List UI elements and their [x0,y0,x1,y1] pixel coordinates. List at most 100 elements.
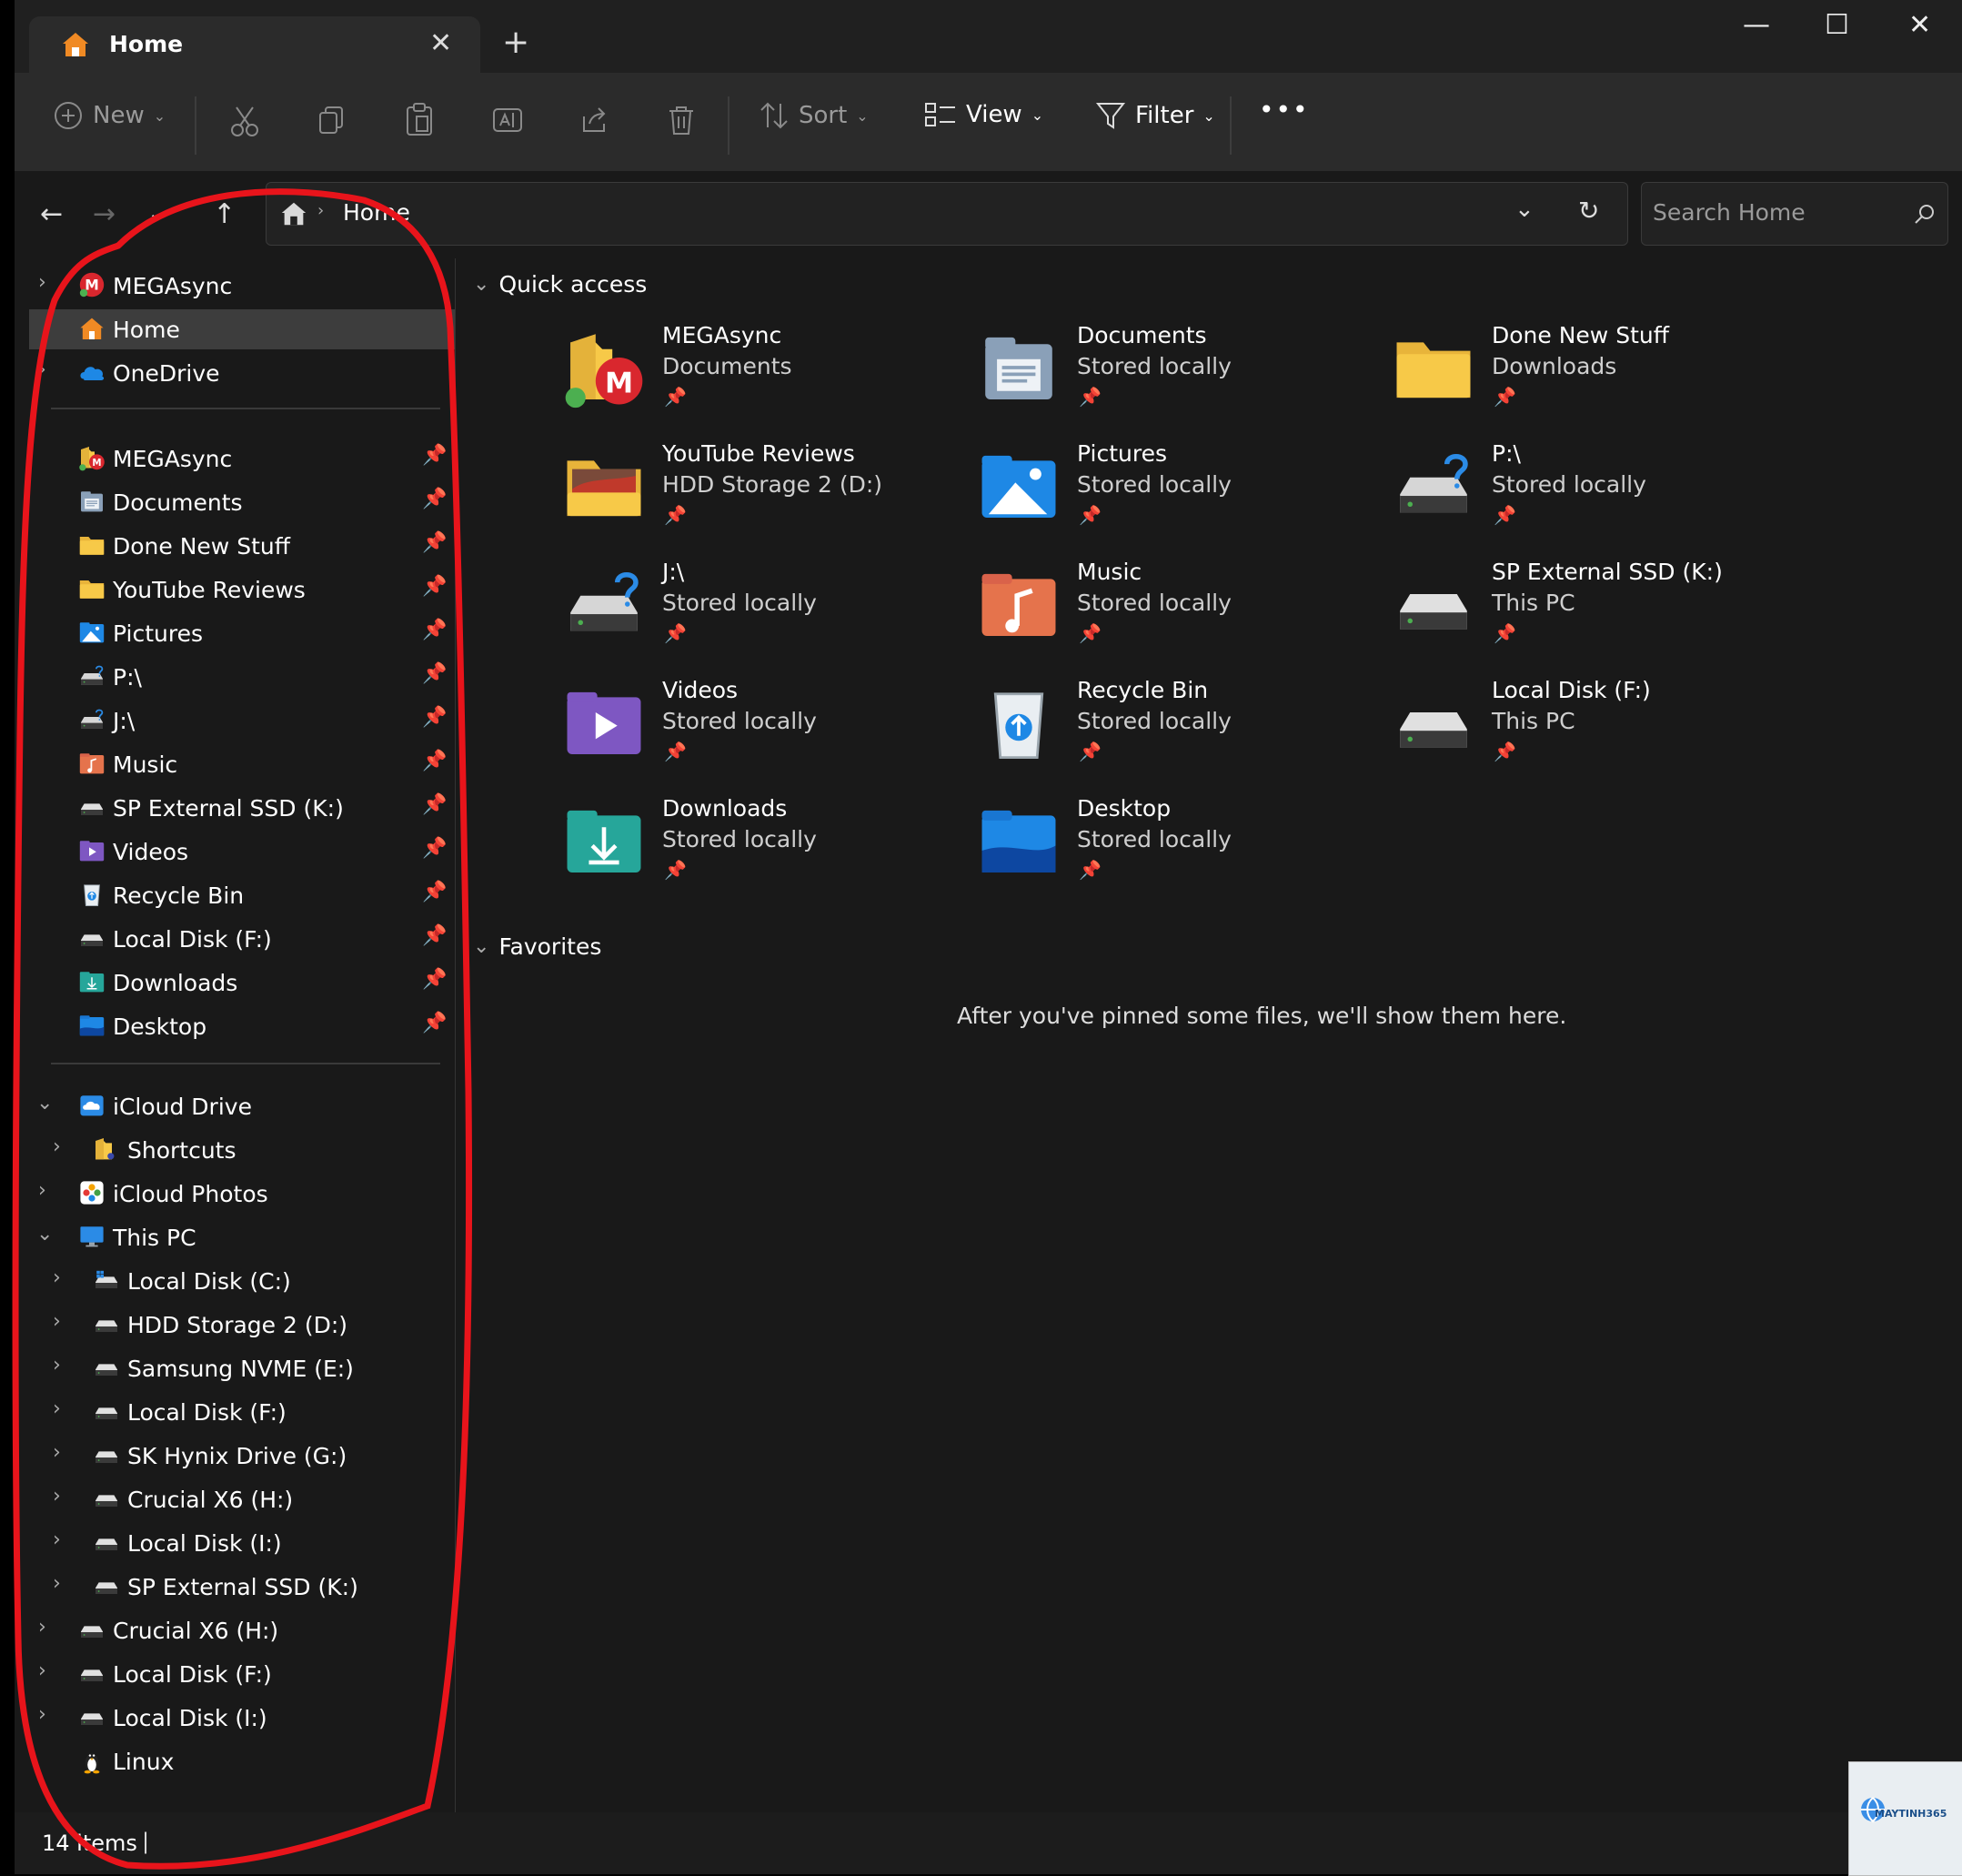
sidebar-item[interactable]: › SP External SSD (K:) [29,1567,455,1607]
back-arrow-icon[interactable]: ← [40,198,63,230]
chevron-right-icon[interactable]: › [53,1354,61,1377]
navigation-pane[interactable]: › M MEGAsync Home › OneDrive M MEGAsync 📌 Documen… [29,258,456,1812]
sidebar-item[interactable]: Videos 📌 [29,832,455,872]
pin-icon[interactable]: 📌 [422,924,447,947]
chevron-right-icon[interactable]: › [53,1572,61,1595]
address-dropdown-icon[interactable]: ⌄ [1514,196,1534,223]
quick-access-tile[interactable]: M MEGAsync Documents 📌 [562,317,962,417]
sidebar-item[interactable]: Linux [29,1741,455,1781]
quick-access-tile[interactable]: Pictures Stored locally 📌 [977,435,1377,535]
copy-icon[interactable] [317,104,347,136]
chevron-down-icon[interactable]: ⌄ [36,1223,53,1246]
view-button[interactable]: View ⌄ [924,100,1043,129]
paste-icon[interactable] [404,102,435,138]
new-button[interactable]: New ⌄ [53,100,166,131]
tab-home[interactable]: Home ✕ [29,16,480,73]
quick-access-tile[interactable]: Done New Stuff Downloads 📌 [1392,317,1792,417]
sidebar-item[interactable]: P:\ 📌 [29,657,455,697]
delete-icon[interactable] [666,104,697,136]
sidebar-item[interactable]: › Local Disk (C:) [29,1261,455,1301]
quick-access-tile[interactable]: Downloads Stored locally 📌 [562,790,962,890]
sidebar-item[interactable]: › Local Disk (I:) [29,1523,455,1563]
quick-access-tile[interactable]: J:\ Stored locally 📌 [562,553,962,653]
pin-icon[interactable]: 📌 [422,1012,447,1034]
chevron-right-icon[interactable]: › [53,1135,61,1158]
sort-button[interactable]: Sort ⌄ [759,100,869,131]
chevron-right-icon[interactable]: › [38,1616,46,1639]
pin-icon[interactable]: 📌 [422,881,447,903]
sidebar-item[interactable]: ⌄ This PC [29,1217,455,1257]
share-icon[interactable] [579,104,611,136]
sidebar-item[interactable]: YouTube Reviews 📌 [29,570,455,610]
search-input[interactable]: Search Home [1653,199,1806,226]
pin-icon[interactable]: 📌 [422,488,447,510]
pin-icon[interactable]: 📌 [422,619,447,641]
refresh-icon[interactable]: ↻ [1578,196,1599,226]
quick-access-tile[interactable]: Music Stored locally 📌 [977,553,1377,653]
chevron-right-icon[interactable]: › [38,1703,46,1726]
quick-access-header[interactable]: ⌄ Quick access [473,271,647,298]
quick-access-tile[interactable]: Videos Stored locally 📌 [562,671,962,772]
search-icon[interactable] [1913,203,1937,227]
sidebar-item[interactable]: › iCloud Photos [29,1174,455,1214]
sidebar-item[interactable]: Desktop 📌 [29,1006,455,1046]
chevron-right-icon[interactable]: › [38,1179,46,1202]
more-options-button[interactable]: ••• [1259,95,1310,125]
pin-icon[interactable]: 📌 [422,444,447,467]
chevron-right-icon[interactable]: › [53,1485,61,1508]
quick-access-tile[interactable]: P:\ Stored locally 📌 [1392,435,1792,535]
pin-icon[interactable]: 📌 [422,531,447,554]
pin-icon[interactable]: 📌 [422,793,447,816]
quick-access-tile[interactable]: YouTube Reviews HDD Storage 2 (D:) 📌 [562,435,962,535]
sidebar-item[interactable]: › HDD Storage 2 (D:) [29,1305,455,1345]
rename-icon[interactable] [491,104,524,136]
sidebar-item[interactable]: › OneDrive [29,353,455,393]
chevron-right-icon[interactable]: › [53,1528,61,1551]
recent-locations-chevron-icon[interactable]: ⌄ [147,200,166,226]
close-window-button[interactable]: ✕ [1908,9,1931,41]
minimize-button[interactable]: — [1743,9,1770,41]
sidebar-item[interactable]: › M MEGAsync [29,266,455,306]
cut-icon[interactable] [229,104,260,138]
chevron-right-icon[interactable]: › [53,1397,61,1420]
sidebar-item[interactable]: Local Disk (F:) 📌 [29,919,455,959]
quick-access-tile[interactable]: Desktop Stored locally 📌 [977,790,1377,890]
favorites-header[interactable]: ⌄ Favorites [473,933,601,960]
chevron-right-icon[interactable]: › [53,1310,61,1333]
sidebar-item[interactable]: Recycle Bin 📌 [29,875,455,915]
pin-icon[interactable]: 📌 [422,662,447,685]
breadcrumb[interactable]: Home [343,199,410,226]
sidebar-item[interactable]: › Samsung NVME (E:) [29,1348,455,1388]
sidebar-item[interactable]: Home [29,309,455,349]
tab-close-icon[interactable]: ✕ [429,27,452,59]
chevron-right-icon[interactable]: › [38,271,46,294]
chevron-right-icon[interactable]: › [53,1266,61,1289]
quick-access-tile[interactable]: Documents Stored locally 📌 [977,317,1377,417]
sidebar-item[interactable]: Downloads 📌 [29,963,455,1003]
sidebar-item[interactable]: Pictures 📌 [29,613,455,653]
sidebar-item[interactable]: Done New Stuff 📌 [29,526,455,566]
chevron-right-icon[interactable]: › [38,358,46,381]
up-arrow-icon[interactable]: ↑ [213,198,236,230]
sidebar-item[interactable]: M MEGAsync 📌 [29,439,455,479]
sidebar-item[interactable]: › Local Disk (F:) [29,1654,455,1694]
sidebar-item[interactable]: › Shortcuts [29,1130,455,1170]
chevron-right-icon[interactable]: › [38,1659,46,1682]
quick-access-tile[interactable]: Local Disk (F:) This PC 📌 [1392,671,1792,772]
sidebar-item[interactable]: › Local Disk (F:) [29,1392,455,1432]
filter-button[interactable]: Filter ⌄ [1095,100,1215,131]
chevron-down-icon[interactable]: ⌄ [36,1092,53,1115]
pin-icon[interactable]: 📌 [422,706,447,729]
sidebar-item[interactable]: J:\ 📌 [29,701,455,741]
pin-icon[interactable]: 📌 [422,968,447,991]
new-tab-button[interactable]: + [502,24,529,61]
sidebar-item[interactable]: › Crucial X6 (H:) [29,1479,455,1519]
sidebar-item[interactable]: › SK Hynix Drive (G:) [29,1436,455,1476]
pin-icon[interactable]: 📌 [422,837,447,860]
sidebar-item[interactable]: › Crucial X6 (H:) [29,1610,455,1650]
address-bar[interactable]: › Home ⌄ ↻ [266,182,1628,246]
quick-access-tile[interactable]: Recycle Bin Stored locally 📌 [977,671,1377,772]
chevron-right-icon[interactable]: › [53,1441,61,1464]
sidebar-item[interactable]: Music 📌 [29,744,455,784]
pin-icon[interactable]: 📌 [422,750,447,772]
